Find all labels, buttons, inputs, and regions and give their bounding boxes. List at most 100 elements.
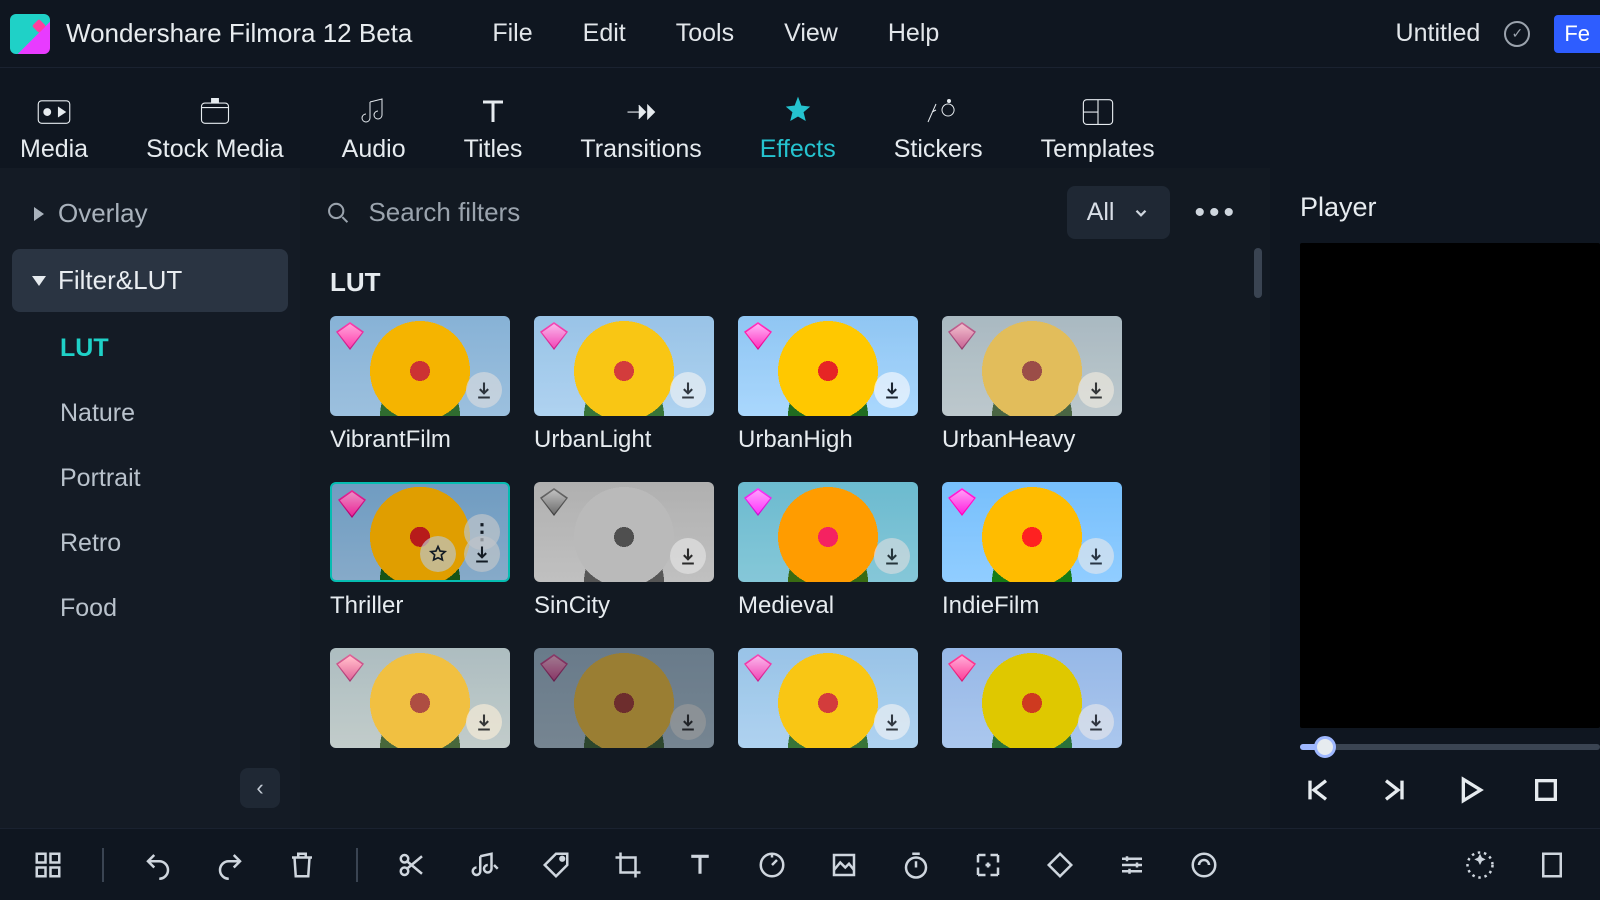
tab-stickers-label: Stickers xyxy=(894,135,983,164)
adjust-button[interactable] xyxy=(1114,847,1150,883)
content-panel: All ••• LUT VibrantFilm UrbanLight xyxy=(300,168,1270,828)
sidebar-item-retro[interactable]: Retro xyxy=(60,511,300,576)
undo-button[interactable] xyxy=(140,847,176,883)
sidebar-item-food[interactable]: Food xyxy=(60,576,300,641)
audio-icon xyxy=(354,95,394,129)
titlebar: Wondershare Filmora 12 Beta File Edit To… xyxy=(0,0,1600,68)
main-tabs: Media Stock Media Audio Titles Transitio… xyxy=(0,68,1600,168)
player-title: Player xyxy=(1270,168,1600,233)
play-button[interactable] xyxy=(1452,772,1488,808)
render-preview-button[interactable] xyxy=(1462,847,1498,883)
player-preview[interactable] xyxy=(1300,243,1600,728)
player-slider[interactable] xyxy=(1270,728,1600,760)
effect-thumb xyxy=(330,316,510,416)
menubar: File Edit Tools View Help xyxy=(492,19,939,48)
effect-card-urbanheavy[interactable]: UrbanHeavy xyxy=(942,316,1122,454)
keyframe-button[interactable] xyxy=(970,847,1006,883)
download-button[interactable] xyxy=(1078,372,1114,408)
menu-view[interactable]: View xyxy=(784,19,838,48)
sidebar-item-overlay[interactable]: Overlay xyxy=(12,182,288,245)
tab-effects[interactable]: Effects xyxy=(760,95,836,164)
tab-titles-label: Titles xyxy=(464,135,523,164)
titles-icon xyxy=(473,95,513,129)
menu-help[interactable]: Help xyxy=(888,19,939,48)
effect-thumb: ⋮ xyxy=(330,482,510,582)
premium-diamond-icon xyxy=(948,654,976,682)
marker-button[interactable] xyxy=(1534,847,1570,883)
menu-tools[interactable]: Tools xyxy=(676,19,734,48)
effect-label: SinCity xyxy=(534,582,714,620)
effect-label: VibrantFilm xyxy=(330,416,510,454)
split-button[interactable] xyxy=(394,847,430,883)
download-button[interactable] xyxy=(464,536,500,572)
sidebar-item-lut[interactable]: LUT xyxy=(60,316,300,381)
duration-button[interactable] xyxy=(898,847,934,883)
premium-diamond-icon xyxy=(540,322,568,350)
download-button[interactable] xyxy=(1078,704,1114,740)
content-scrollbar[interactable] xyxy=(1254,248,1262,298)
menu-edit[interactable]: Edit xyxy=(583,19,626,48)
effect-card-thriller[interactable]: ⋮ Thriller xyxy=(330,482,510,620)
effect-card-medieval[interactable]: Medieval xyxy=(738,482,918,620)
download-button[interactable] xyxy=(466,704,502,740)
menu-file[interactable]: File xyxy=(492,19,532,48)
effect-label: UrbanHeavy xyxy=(942,416,1122,454)
layout-view-button[interactable] xyxy=(30,847,66,883)
sidebar-item-portrait[interactable]: Portrait xyxy=(60,446,300,511)
redo-button[interactable] xyxy=(212,847,248,883)
effect-card[interactable] xyxy=(330,648,510,758)
tab-titles[interactable]: Titles xyxy=(464,95,523,164)
tab-templates[interactable]: Templates xyxy=(1041,95,1155,164)
next-frame-button[interactable] xyxy=(1376,772,1412,808)
text-tool-button[interactable] xyxy=(682,847,718,883)
enhance-button[interactable] xyxy=(1186,847,1222,883)
effect-thumb xyxy=(738,648,918,748)
sidebar-item-filterlut[interactable]: Filter&LUT xyxy=(12,249,288,312)
search-input[interactable] xyxy=(368,197,1048,228)
effect-card[interactable] xyxy=(942,648,1122,758)
tab-effects-label: Effects xyxy=(760,135,836,164)
download-button[interactable] xyxy=(874,372,910,408)
feedback-button[interactable]: Fe xyxy=(1554,15,1600,53)
premium-diamond-icon xyxy=(744,488,772,516)
prev-frame-button[interactable] xyxy=(1300,772,1336,808)
effect-card[interactable] xyxy=(738,648,918,758)
download-button[interactable] xyxy=(670,538,706,574)
mask-button[interactable] xyxy=(1042,847,1078,883)
slider-track[interactable] xyxy=(1300,744,1600,750)
tab-media[interactable]: Media xyxy=(20,95,88,164)
slider-thumb[interactable] xyxy=(1314,736,1336,758)
effect-card-urbanlight[interactable]: UrbanLight xyxy=(534,316,714,454)
tag-button[interactable] xyxy=(538,847,574,883)
effect-card-indiefilm[interactable]: IndieFilm xyxy=(942,482,1122,620)
color-button[interactable] xyxy=(826,847,862,883)
delete-button[interactable] xyxy=(284,847,320,883)
stop-button[interactable] xyxy=(1528,772,1564,808)
tab-stickers[interactable]: Stickers xyxy=(894,95,983,164)
audio-detach-button[interactable] xyxy=(466,847,502,883)
more-options-button[interactable]: ••• xyxy=(1188,196,1244,230)
sidebar-item-nature[interactable]: Nature xyxy=(60,381,300,446)
effect-card-sincity[interactable]: SinCity xyxy=(534,482,714,620)
download-button[interactable] xyxy=(670,704,706,740)
divider xyxy=(356,848,358,882)
premium-diamond-icon xyxy=(744,322,772,350)
premium-diamond-icon xyxy=(336,322,364,350)
effect-card-urbanhigh[interactable]: UrbanHigh xyxy=(738,316,918,454)
tab-stock-media[interactable]: Stock Media xyxy=(146,95,284,164)
download-button[interactable] xyxy=(1078,538,1114,574)
sync-check-icon[interactable]: ✓ xyxy=(1504,21,1530,47)
download-button[interactable] xyxy=(874,538,910,574)
download-button[interactable] xyxy=(874,704,910,740)
tab-audio[interactable]: Audio xyxy=(342,95,406,164)
filter-dropdown[interactable]: All xyxy=(1067,186,1171,239)
effect-card[interactable] xyxy=(534,648,714,758)
tab-transitions[interactable]: Transitions xyxy=(580,95,701,164)
speed-button[interactable] xyxy=(754,847,790,883)
effect-card-vibrantfilm[interactable]: VibrantFilm xyxy=(330,316,510,454)
sidebar-collapse-button[interactable]: ‹ xyxy=(240,768,280,808)
crop-button[interactable] xyxy=(610,847,646,883)
download-button[interactable] xyxy=(670,372,706,408)
download-button[interactable] xyxy=(466,372,502,408)
favorite-button[interactable] xyxy=(420,536,456,572)
